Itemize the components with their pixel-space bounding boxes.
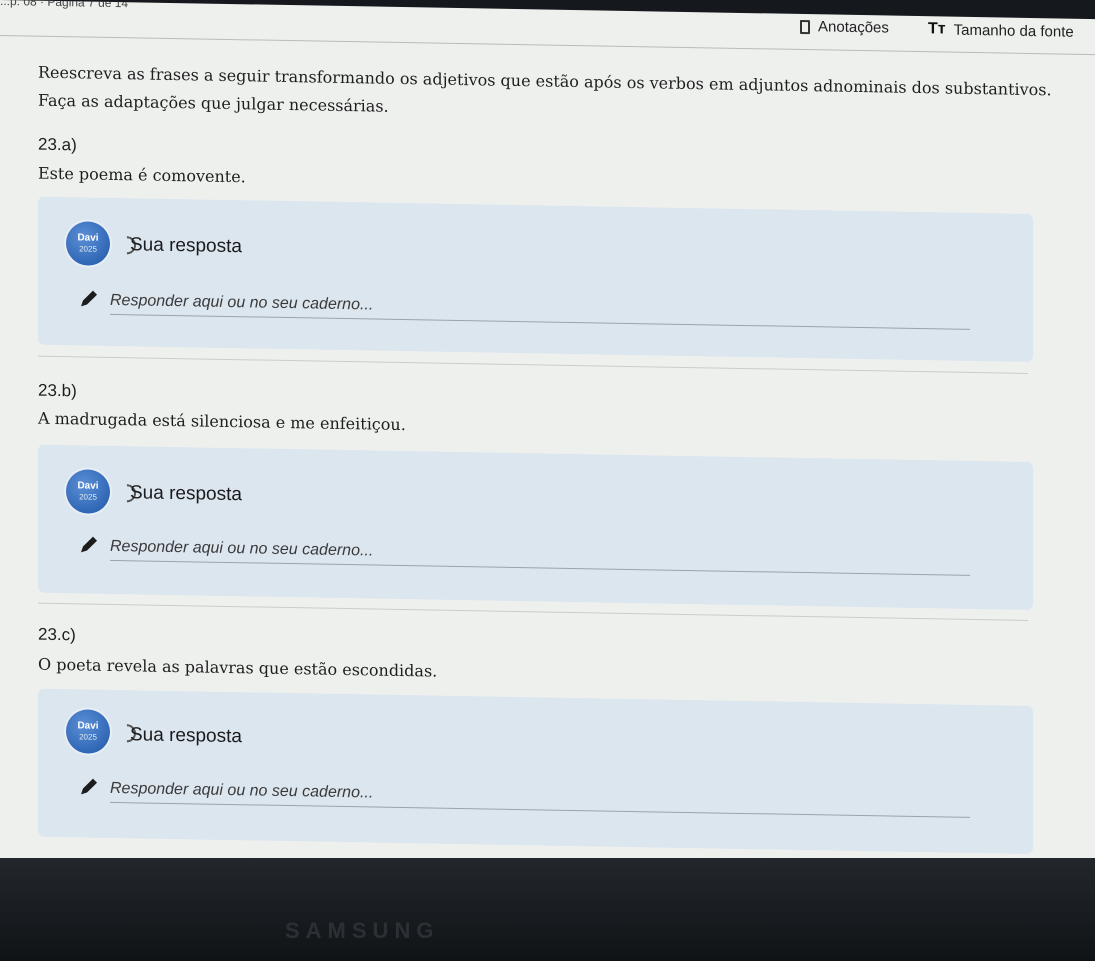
avatar: Davi 2025 — [66, 469, 110, 514]
question-label-c: 23.c) — [38, 624, 76, 645]
font-size-label: Tamanho da fonte — [953, 21, 1074, 41]
pencil-icon — [81, 778, 97, 795]
answer-card-c: Davi 2025 Sua resposta — [38, 688, 1033, 855]
response-title: Sua resposta — [130, 724, 242, 748]
monitor-bezel — [0, 858, 1095, 961]
notes-button[interactable]: Anotações — [800, 18, 889, 37]
pencil-icon — [81, 290, 97, 307]
question-text-a: Este poema é comovente. — [38, 163, 246, 187]
avatar: Davi 2025 — [66, 709, 110, 754]
top-bar: ...p. 08 · Página 7 de 14 Anotações Tт T… — [0, 0, 1095, 47]
screen: ...p. 08 · Página 7 de 14 Anotações Tт T… — [0, 0, 1095, 890]
monitor-brand: SAMSUNG — [285, 918, 440, 943]
response-input-a[interactable] — [110, 287, 970, 330]
response-input-c[interactable] — [110, 775, 970, 818]
question-label-b: 23.b) — [38, 380, 77, 401]
answer-card-a: Davi 2025 Sua resposta — [38, 196, 1033, 363]
pencil-icon — [81, 536, 97, 553]
response-title: Sua resposta — [130, 482, 242, 506]
answer-card-b: Davi 2025 Sua resposta — [38, 444, 1033, 611]
avatar: Davi 2025 — [66, 221, 110, 266]
response-input-b[interactable] — [110, 533, 970, 576]
font-size-button[interactable]: Tт Tamanho da fonte — [928, 20, 1074, 41]
text-size-icon: Tт — [928, 20, 946, 38]
notes-label: Anotações — [818, 18, 889, 37]
breadcrumb: ...p. 08 · Página 7 de 14 — [0, 0, 129, 11]
instructions: Reescreva as frases a seguir transforman… — [38, 59, 1078, 133]
response-title: Sua resposta — [130, 234, 242, 258]
question-text-c: O poeta revela as palavras que estão esc… — [38, 654, 438, 681]
bookmark-icon — [800, 19, 810, 34]
question-label-a: 23.a) — [38, 134, 77, 155]
question-text-b: A madrugada está silenciosa e me enfeiti… — [38, 408, 406, 435]
